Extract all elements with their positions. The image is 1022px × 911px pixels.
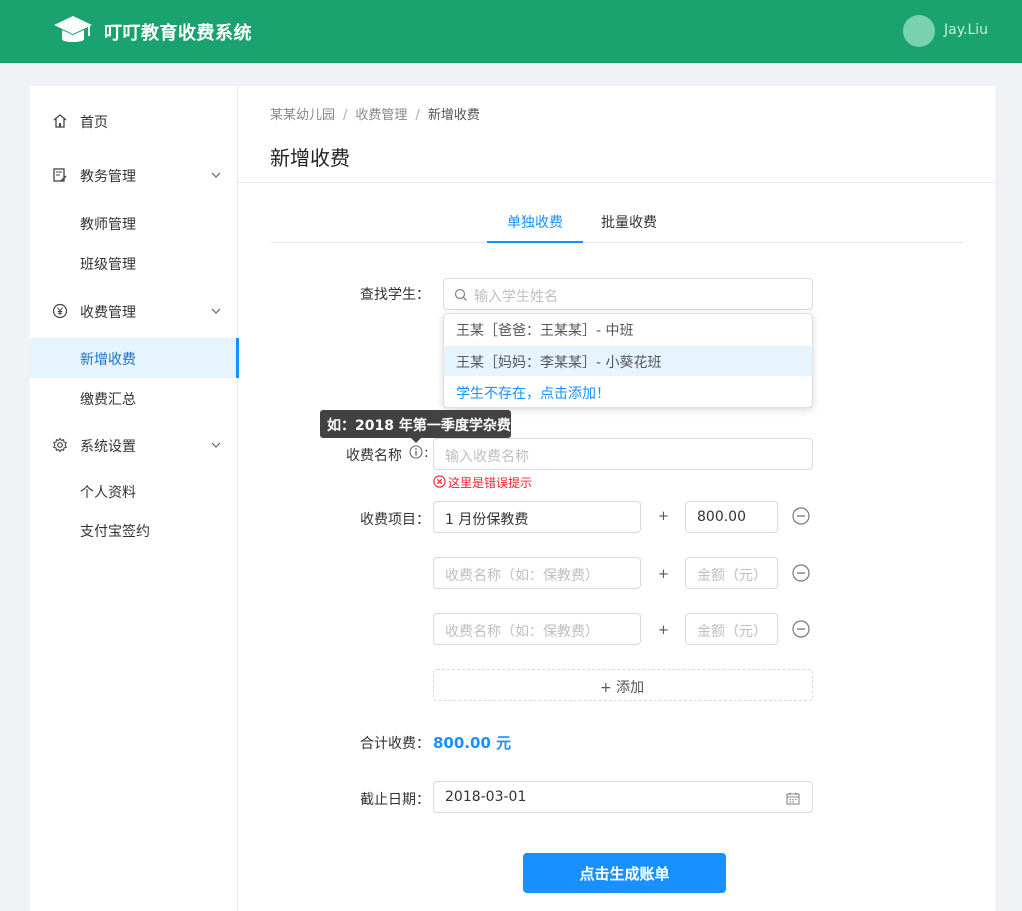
breadcrumb-separator: / — [415, 108, 420, 123]
sidebar-item-academic[interactable]: 教务管理 — [30, 155, 238, 195]
username[interactable]: Jay.Liu — [944, 22, 988, 38]
fee-item-amount-value: 800.00 — [697, 509, 746, 525]
sidebar-item-label: 教务管理 — [80, 169, 136, 185]
dropdown-option-label: 王某［爸爸：王某某］- 中班 — [456, 323, 634, 339]
sidebar-item-teachers[interactable]: 教师管理 — [30, 203, 238, 243]
add-student-link[interactable]: 学生不存在，点击添加！ — [444, 377, 812, 407]
fee-item-name-value: 1 月份保教费 — [445, 512, 529, 528]
gear-icon — [53, 437, 67, 453]
plus-sign: + — [658, 567, 669, 582]
sidebar-item-fee-summary[interactable]: 缴费汇总 — [30, 378, 238, 418]
sidebar-item-fees[interactable]: 收费管理 — [30, 291, 238, 331]
submit-label: 点击生成账单 — [579, 865, 670, 883]
sidebar-item-label: 教师管理 — [80, 217, 136, 233]
fee-name-label: 收费名称 — [346, 448, 402, 464]
app-title: 叮叮教育收费系统 — [104, 23, 252, 44]
graduation-cap-icon — [54, 16, 92, 42]
breadcrumb: 某某幼儿园 / 收费管理 / 新增收费 — [270, 104, 486, 123]
add-button-label: + 添加 — [600, 680, 645, 696]
tab-active-indicator — [487, 241, 583, 243]
fee-item-name-input[interactable]: 收费名称（如：保教费） — [433, 557, 641, 589]
dropdown-option-label: 王某［妈妈：李某某］- 小葵花班 — [456, 355, 662, 371]
yen-icon — [52, 303, 68, 319]
breadcrumb-separator: / — [343, 108, 348, 123]
fee-item-name-input[interactable]: 收费名称（如：保教费） — [433, 613, 641, 645]
avatar[interactable] — [903, 15, 935, 47]
sidebar-item-label: 首页 — [80, 115, 108, 131]
fee-item-amount-input[interactable]: 800.00 — [685, 501, 778, 533]
sidebar-item-classes[interactable]: 班级管理 — [30, 243, 238, 283]
home-icon — [53, 114, 67, 128]
main-card: 首页 教务管理 教师管理 班级管理 收费管理 新增收费 缴费汇总 系统设置 个人… — [30, 86, 995, 911]
fee-item-name-placeholder: 收费名称（如：保教费） — [445, 568, 599, 584]
sidebar-item-new-fee[interactable]: 新增收费 — [30, 338, 239, 378]
breadcrumb-current: 新增收费 — [427, 108, 480, 123]
tooltip-arrow — [411, 438, 421, 443]
tooltip-text: 如：2018 年第一季度学杂费 — [327, 418, 511, 434]
add-fee-item-button[interactable]: + 添加 — [433, 669, 813, 701]
chevron-down-icon — [211, 442, 221, 448]
fee-name-placeholder: 输入收费名称 — [445, 449, 529, 465]
top-bar: 叮叮教育收费系统 Jay.Liu — [0, 0, 1022, 63]
plus-sign: + — [658, 623, 669, 638]
remove-circle-icon[interactable] — [792, 507, 810, 525]
sidebar-item-profile[interactable]: 个人资料 — [30, 471, 238, 511]
remove-circle-icon[interactable] — [792, 564, 810, 582]
tab-batch-fee[interactable]: 批量收费 — [601, 212, 657, 232]
dropdown-option[interactable]: 王某［妈妈：李某某］- 小葵花班 — [444, 346, 812, 376]
sidebar-item-label: 新增收费 — [80, 352, 136, 368]
sidebar-item-label: 班级管理 — [80, 257, 136, 273]
sidebar-item-label: 系统设置 — [80, 439, 136, 455]
tab-single-fee[interactable]: 单独收费 — [507, 212, 563, 232]
fee-name-tooltip: 如：2018 年第一季度学杂费 — [320, 410, 511, 438]
total-value: 800.00 元 — [433, 734, 512, 752]
tabs-divider — [270, 242, 963, 243]
fee-item-amount-input[interactable]: 金额（元） — [685, 613, 778, 645]
total-label: 合计收费： — [360, 736, 430, 752]
student-search-input[interactable]: 输入学生姓名 — [443, 278, 813, 310]
info-icon[interactable] — [409, 445, 423, 459]
sidebar-item-label: 个人资料 — [80, 485, 136, 501]
chevron-down-icon — [211, 308, 221, 314]
sidebar-item-label: 收费管理 — [80, 305, 136, 321]
dropdown-option[interactable]: 王某［爸爸：王某某］- 中班 — [444, 314, 812, 344]
fee-items-label: 收费项目： — [360, 512, 430, 528]
student-dropdown: 王某［爸爸：王某某］- 中班 王某［妈妈：李某某］- 小葵花班 学生不存在，点击… — [443, 313, 813, 408]
breadcrumb-item[interactable]: 收费管理 — [355, 108, 407, 123]
sidebar-item-label: 缴费汇总 — [80, 392, 136, 408]
divider — [238, 182, 995, 183]
fee-item-name-input[interactable]: 1 月份保教费 — [433, 501, 641, 533]
fee-item-amount-input[interactable]: 金额（元） — [685, 557, 778, 589]
page-title: 新增收费 — [270, 146, 350, 170]
deadline-label: 截止日期： — [360, 792, 430, 808]
sidebar-item-settings[interactable]: 系统设置 — [30, 425, 238, 465]
sidebar-item-home[interactable]: 首页 — [30, 101, 238, 141]
search-icon — [454, 288, 467, 301]
chevron-down-icon — [211, 172, 221, 178]
sidebar: 首页 教务管理 教师管理 班级管理 收费管理 新增收费 缴费汇总 系统设置 个人… — [30, 86, 239, 911]
error-text: 这里是错误提示 — [448, 476, 533, 490]
breadcrumb-item[interactable]: 某某幼儿园 — [270, 108, 335, 123]
fee-item-amount-placeholder: 金额（元） — [697, 624, 767, 640]
colon: : — [424, 445, 429, 461]
deadline-value: 2018-03-01 — [445, 789, 527, 805]
sidebar-item-alipay[interactable]: 支付宝签约 — [30, 510, 238, 550]
fee-name-input[interactable]: 输入收费名称 — [433, 438, 813, 470]
plus-sign: + — [658, 509, 669, 524]
generate-bill-button[interactable]: 点击生成账单 — [523, 853, 726, 893]
fee-item-amount-placeholder: 金额（元） — [697, 568, 767, 584]
student-search-placeholder: 输入学生姓名 — [474, 289, 558, 305]
student-search-label: 查找学生： — [360, 287, 430, 303]
calendar-icon — [786, 792, 800, 805]
remove-circle-icon[interactable] — [792, 620, 810, 638]
deadline-date-input[interactable]: 2018-03-01 — [433, 781, 813, 813]
fee-item-name-placeholder: 收费名称（如：保教费） — [445, 624, 599, 640]
sidebar-item-label: 支付宝签约 — [80, 524, 150, 540]
add-student-label: 学生不存在，点击添加！ — [456, 386, 610, 402]
document-edit-icon — [53, 168, 67, 182]
error-icon — [433, 475, 446, 488]
